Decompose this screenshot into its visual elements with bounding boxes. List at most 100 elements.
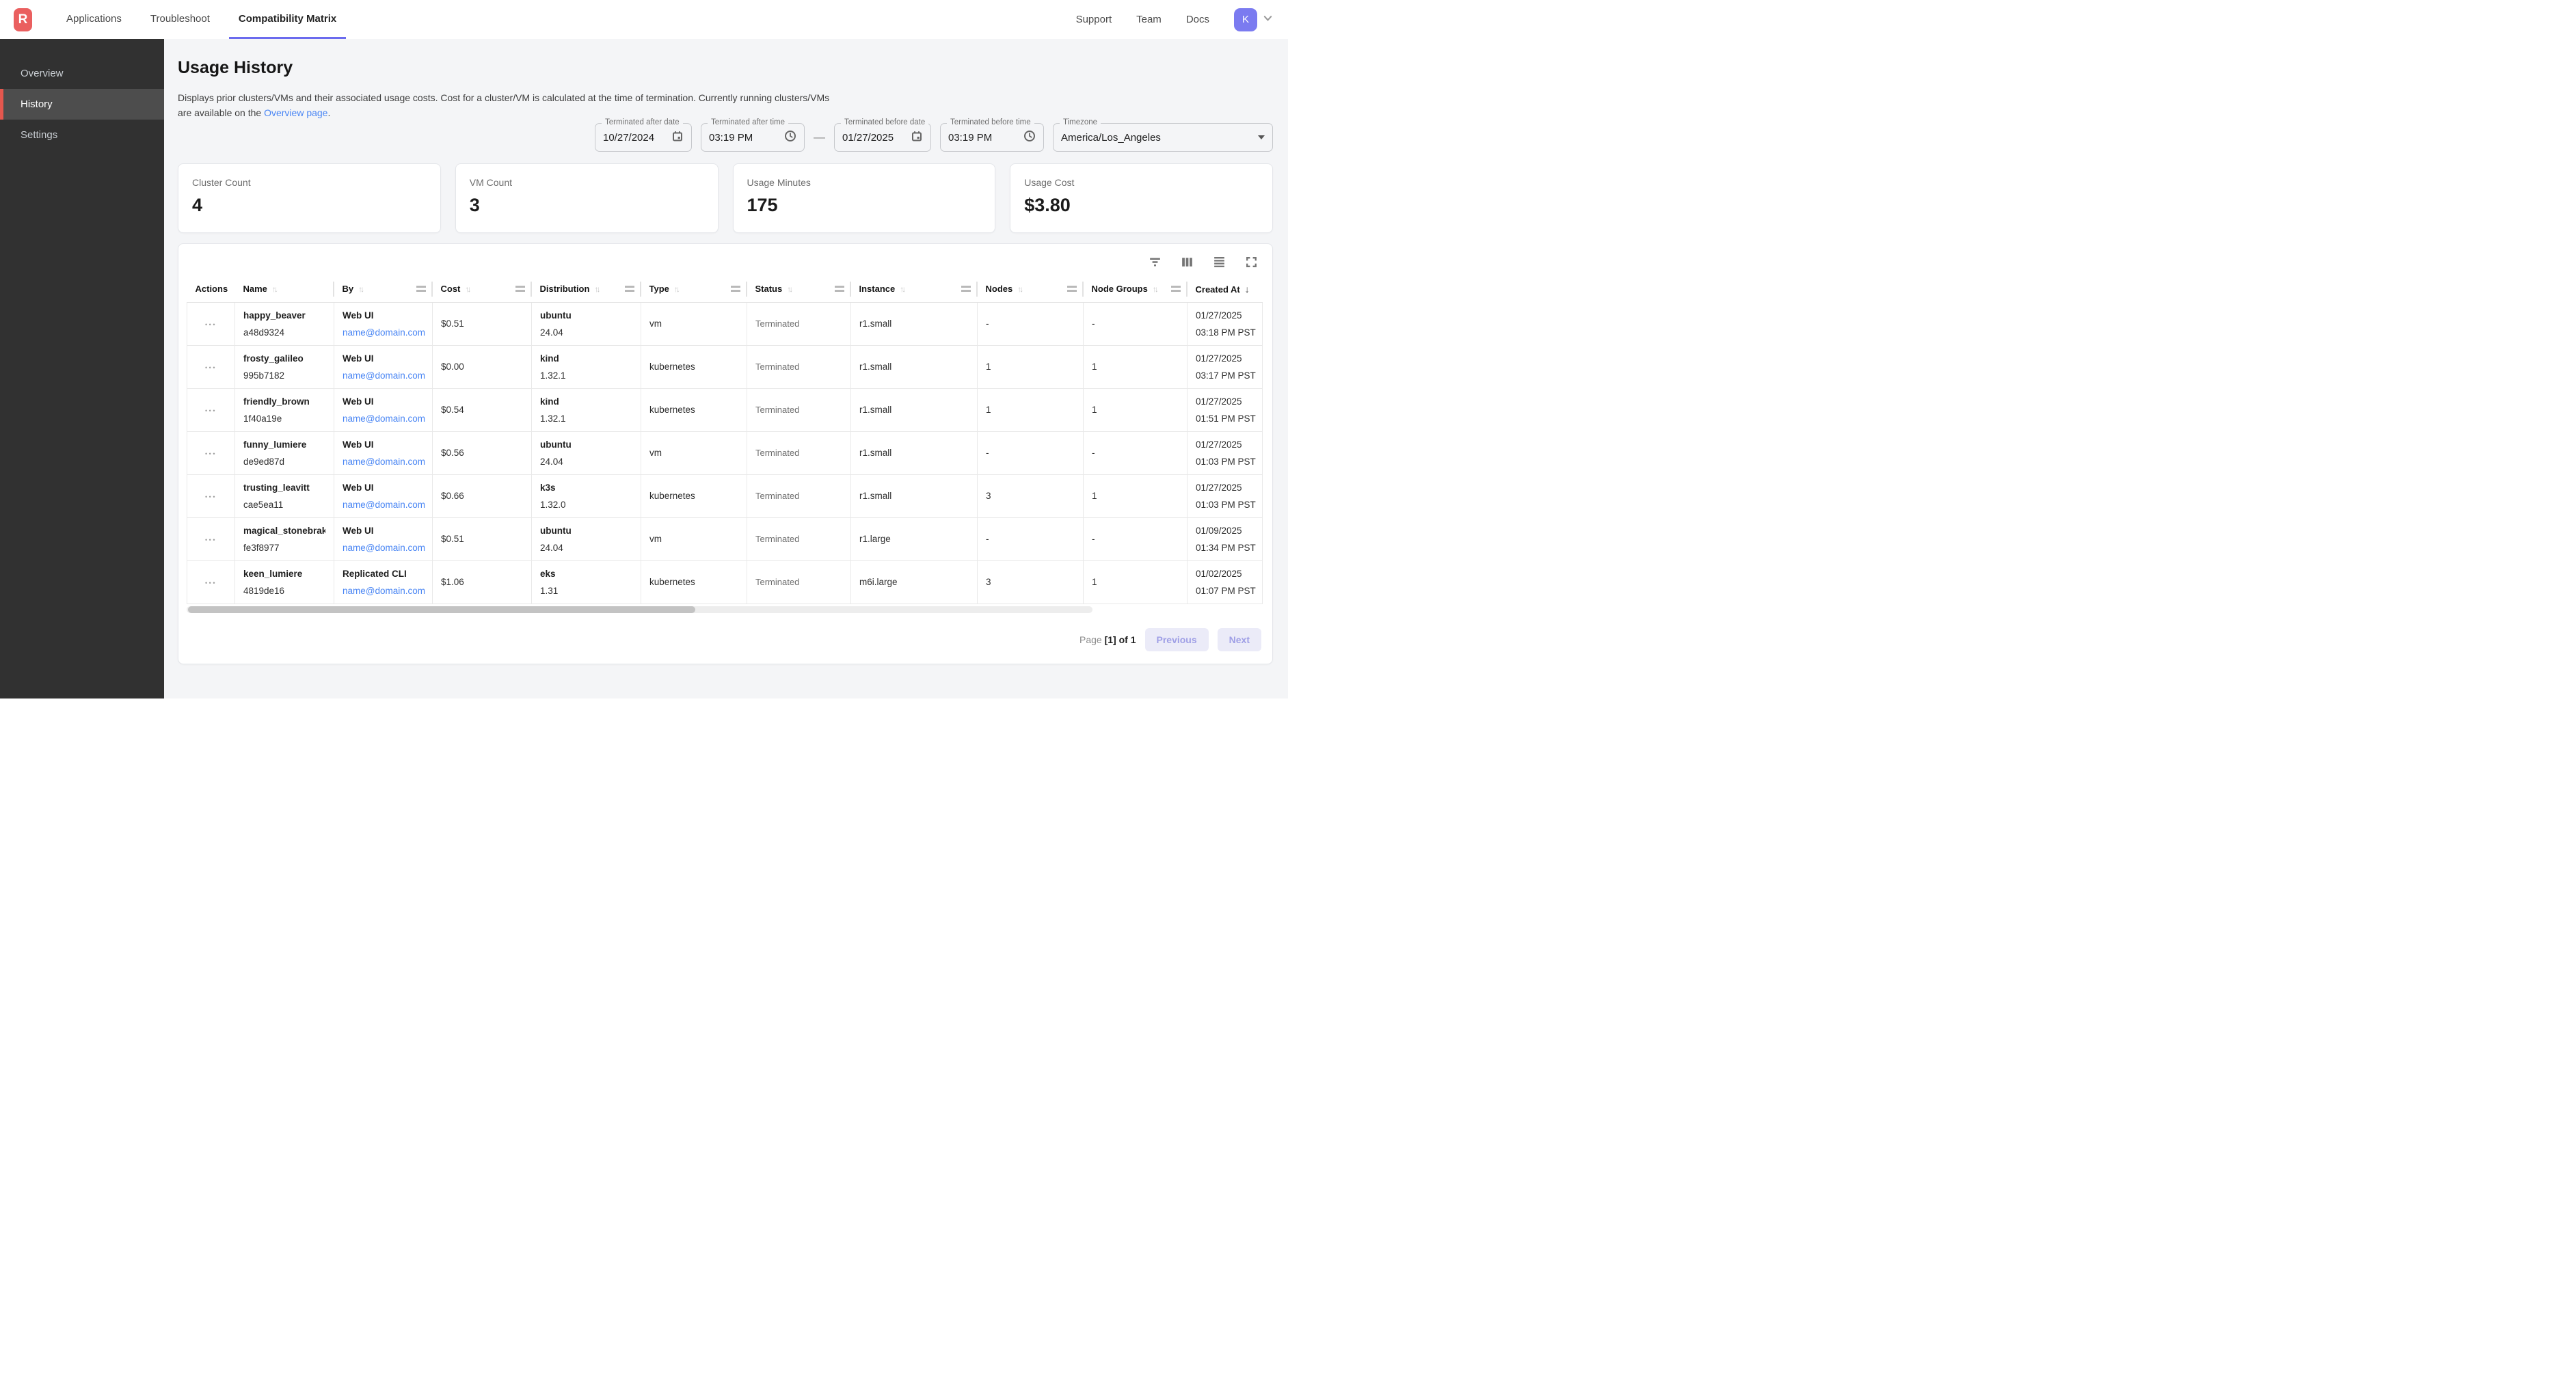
cell-primary: kind [540,396,632,407]
clock-icon[interactable] [784,130,796,146]
terminated-after-time-field[interactable]: Terminated after time 03:19 PM [701,123,805,152]
column-header-nodes[interactable]: Nodes↑↓ [978,276,1084,302]
email-link[interactable]: name@domain.com [343,457,424,467]
docs-link[interactable]: Docs [1186,14,1209,25]
next-page-button[interactable]: Next [1218,628,1261,651]
cell-value: Terminated [755,491,799,501]
sidebar-item-overview[interactable]: Overview [0,58,164,89]
cell-type: vm [641,431,747,474]
page-indicator-prefix: Page [1079,634,1102,645]
sidebar-item-settings[interactable]: Settings [0,120,164,150]
calendar-icon[interactable] [671,130,684,146]
column-menu-handle[interactable] [731,286,740,292]
sort-icon: ↑↓ [674,284,678,294]
row-actions-button[interactable]: ••• [204,406,218,416]
cell-value: 1 [1092,362,1097,372]
column-header-created_at[interactable]: Created At↓ [1188,276,1263,302]
column-label: Instance [859,284,896,294]
email-link[interactable]: name@domain.com [343,586,424,596]
previous-page-button[interactable]: Previous [1145,628,1209,651]
filter-icon[interactable] [1148,255,1162,269]
column-menu-handle[interactable] [835,286,844,292]
cell-primary: Web UI [343,396,424,407]
column-label: Cost [441,284,461,294]
cell-primary: 01/27/2025 [1196,439,1254,450]
overview-page-link[interactable]: Overview page [264,107,327,118]
cell-actions: ••• [187,517,235,560]
density-icon[interactable] [1212,255,1226,269]
email-link[interactable]: name@domain.com [343,413,424,424]
cell-primary: friendly_brown [243,396,325,407]
team-link[interactable]: Team [1136,14,1162,25]
column-header-type[interactable]: Type↑↓ [641,276,747,302]
columns-icon[interactable] [1180,255,1194,269]
column-menu-handle[interactable] [416,286,426,292]
column-menu-handle[interactable] [1067,286,1077,292]
cell-value: Terminated [755,534,799,544]
table-row: •••frosty_galileo995b7182Web UIname@doma… [187,345,1263,388]
calendar-icon[interactable] [911,130,923,146]
cell-value: - [986,448,989,458]
cell-value: $0.56 [441,448,464,458]
column-menu-handle[interactable] [515,286,525,292]
cell-by: Web UIname@domain.com [334,302,433,345]
cell-value: - [1092,318,1095,329]
row-actions-button[interactable]: ••• [204,578,218,588]
email-link[interactable]: name@domain.com [343,327,424,338]
cell-secondary: 995b7182 [243,370,325,381]
column-label: Node Groups [1092,284,1148,294]
column-menu-handle[interactable] [625,286,634,292]
stat-label: VM Count [470,177,704,188]
column-header-by[interactable]: By↑↓ [334,276,433,302]
cell-primary: ubuntu [540,310,632,321]
terminated-before-time-field[interactable]: Terminated before time 03:19 PM [940,123,1044,152]
column-menu-handle[interactable] [1171,286,1181,292]
row-actions-button[interactable]: ••• [204,492,218,502]
tab-applications[interactable]: Applications [57,0,131,39]
row-actions-button[interactable]: ••• [204,363,218,372]
sidebar-item-history[interactable]: History [0,89,164,120]
fullscreen-icon[interactable] [1244,255,1259,269]
clock-icon[interactable] [1023,130,1036,146]
cell-nodes: - [978,431,1084,474]
cell-instance: r1.large [851,517,978,560]
column-menu-handle[interactable] [961,286,971,292]
email-link[interactable]: name@domain.com [343,370,424,381]
dropdown-arrow-icon[interactable] [1258,135,1265,139]
cell-instance: r1.small [851,388,978,431]
email-link[interactable]: name@domain.com [343,500,424,510]
timezone-select[interactable]: Timezone America/Los_Angeles [1053,123,1273,152]
cell-name: trusting_leavittcae5ea11 [235,474,334,517]
cell-name: magical_stonebrakerfe3f8977 [235,517,334,560]
cell-actions: ••• [187,431,235,474]
cell-secondary: 03:17 PM PST [1196,370,1254,381]
cell-secondary: de9ed87d [243,457,325,467]
field-value: 03:19 PM [709,132,753,144]
account-menu[interactable]: K [1234,8,1273,31]
cell-instance: r1.small [851,474,978,517]
tab-compatibility-matrix[interactable]: Compatibility Matrix [229,0,346,39]
column-header-cost[interactable]: Cost↑↓ [433,276,532,302]
terminated-before-date-field[interactable]: Terminated before date 01/27/2025 [834,123,931,152]
support-link[interactable]: Support [1076,14,1112,25]
column-header-status[interactable]: Status↑↓ [747,276,851,302]
cell-type: kubernetes [641,345,747,388]
column-header-name[interactable]: Name↑↓ [235,276,334,302]
cell-secondary: 4819de16 [243,586,325,596]
stat-value: 175 [747,195,982,216]
terminated-after-date-field[interactable]: Terminated after date 10/27/2024 [595,123,692,152]
scrollbar-thumb[interactable] [188,606,695,613]
page-indicator-value: [1] of 1 [1105,634,1136,645]
column-header-distribution[interactable]: Distribution↑↓ [532,276,641,302]
cell-value: Terminated [755,362,799,372]
tab-troubleshoot[interactable]: Troubleshoot [141,0,219,39]
cell-value: $0.54 [441,405,464,415]
row-actions-button[interactable]: ••• [204,320,218,329]
email-link[interactable]: name@domain.com [343,543,424,553]
column-header-node_groups[interactable]: Node Groups↑↓ [1084,276,1188,302]
column-header-instance[interactable]: Instance↑↓ [851,276,978,302]
app-logo[interactable]: R [14,8,32,31]
cell-secondary: 1.31 [540,586,632,596]
row-actions-button[interactable]: ••• [204,535,218,545]
row-actions-button[interactable]: ••• [204,449,218,459]
